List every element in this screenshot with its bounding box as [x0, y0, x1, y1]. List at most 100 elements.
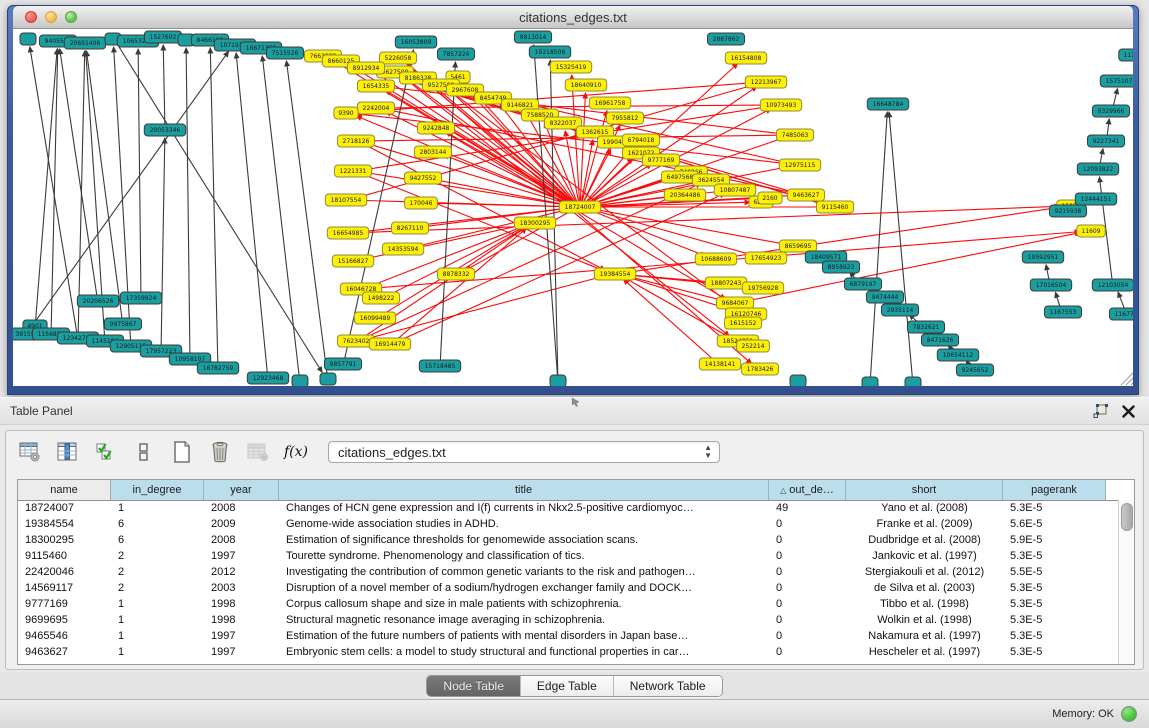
graph-node[interactable]: 18807243 — [705, 277, 746, 289]
minimize-window-button[interactable] — [45, 11, 57, 23]
table-mode-icon[interactable] — [18, 440, 42, 464]
graph-node[interactable]: 8958923 — [822, 261, 859, 273]
graph-node[interactable]: 20206526 — [77, 295, 118, 307]
function-builder-icon[interactable]: f(x) — [284, 440, 308, 464]
graph-node[interactable]: 15751074 — [1100, 75, 1133, 87]
graph-node[interactable]: 10654112 — [937, 349, 978, 361]
graph-node[interactable]: 19592951 — [1022, 251, 1063, 263]
graph-edge[interactable] — [163, 45, 165, 125]
tab-edge-table[interactable]: Edge Table — [521, 676, 614, 696]
graph-edge[interactable] — [262, 56, 299, 376]
graph-node[interactable]: 2803144 — [414, 146, 451, 158]
graph-node[interactable]: 9857791 — [324, 358, 361, 370]
graph-node[interactable] — [550, 375, 566, 386]
graph-node[interactable]: 8813014 — [514, 31, 551, 43]
graph-node[interactable]: 16654985 — [327, 227, 368, 239]
graph-node[interactable]: 2935114 — [881, 304, 918, 316]
table-row[interactable]: 1872400712008Changes of HCN gene express… — [18, 501, 1134, 517]
graph-node[interactable]: 12444151 — [1075, 193, 1116, 205]
graph-node[interactable]: 6794018 — [622, 134, 659, 146]
graph-node[interactable]: 12975115 — [779, 159, 820, 171]
vertical-scrollbar[interactable] — [1118, 500, 1134, 664]
graph-node[interactable]: 1654335 — [357, 80, 394, 92]
graph-node[interactable]: 1221331 — [334, 165, 371, 177]
graph-edge[interactable] — [586, 164, 651, 204]
column-header-short[interactable]: short — [846, 480, 1003, 500]
graph-node[interactable]: 1498222 — [362, 292, 399, 304]
graph-node[interactable]: 14138141 — [699, 358, 740, 370]
memory-status-indicator[interactable] — [1121, 706, 1137, 722]
graph-node[interactable]: 9777169 — [642, 154, 679, 166]
graph-node[interactable]: 1783426 — [741, 363, 778, 375]
table-selector-combobox[interactable]: citations_edges.txt ▲▼ — [328, 441, 720, 463]
graph-node[interactable] — [320, 373, 336, 385]
column-header-title[interactable]: title — [279, 480, 769, 500]
graph-node[interactable]: 9684067 — [716, 297, 753, 309]
graph-node[interactable]: 16961758 — [589, 97, 630, 109]
graph-node[interactable]: 14353594 — [382, 243, 423, 255]
graph-node[interactable]: 18640910 — [565, 79, 606, 91]
graph-node[interactable] — [790, 375, 806, 386]
graph-node[interactable]: 12213967 — [745, 76, 786, 88]
table-row[interactable]: 1938455462009Genome-wide association stu… — [18, 517, 1134, 533]
graph-node[interactable]: 11173 — [1119, 49, 1133, 61]
graph-node[interactable]: 7857224 — [437, 48, 474, 60]
table-row[interactable]: 911546021997Tourette syndrome. Phenomeno… — [18, 549, 1134, 565]
graph-node[interactable]: 5226058 — [379, 52, 416, 64]
graph-node[interactable]: 2242004 — [357, 102, 394, 114]
graph-node[interactable] — [20, 33, 36, 45]
resize-grip-icon[interactable] — [1121, 372, 1133, 385]
close-panel-icon[interactable] — [1122, 405, 1135, 418]
graph-edge[interactable] — [186, 48, 190, 354]
graph-node[interactable]: 20691406 — [64, 37, 105, 49]
clear-selection-icon[interactable] — [132, 440, 156, 464]
graph-node[interactable]: 10807487 — [714, 184, 755, 196]
graph-edge[interactable] — [1113, 89, 1117, 107]
graph-node[interactable]: 9115460 — [816, 201, 853, 213]
graph-edge[interactable] — [138, 49, 141, 293]
graph-node[interactable]: 8471626 — [921, 334, 958, 346]
graph-node[interactable]: 17359924 — [120, 292, 161, 304]
graph-node[interactable]: 18724007 — [559, 201, 600, 213]
graph-node[interactable]: 15325419 — [550, 61, 591, 73]
graph-edge[interactable] — [1055, 292, 1060, 307]
graph-node[interactable]: 12923468 — [247, 372, 288, 384]
graph-node[interactable]: 17654923 — [745, 252, 786, 264]
graph-node[interactable]: 9390 — [334, 107, 358, 119]
graph-node[interactable]: 16053809 — [395, 36, 436, 48]
graph-edge[interactable] — [587, 209, 706, 256]
graph-edge[interactable] — [236, 53, 267, 373]
table-row[interactable]: 977716911998Corpus callosum shape and si… — [18, 597, 1134, 613]
graph-edge[interactable] — [117, 43, 322, 372]
graph-node[interactable]: 15718485 — [419, 360, 460, 372]
column-header-pagerank[interactable]: pagerank — [1003, 480, 1106, 500]
graph-edge[interactable] — [442, 131, 725, 299]
graph-node[interactable]: 12093822 — [1077, 163, 1118, 175]
graph-node[interactable]: 12103054 — [1092, 279, 1133, 291]
graph-edge[interactable] — [1107, 119, 1109, 136]
graph-node[interactable]: 16914479 — [369, 338, 410, 350]
graph-node[interactable]: 8322037 — [544, 117, 581, 129]
graph-node[interactable]: 20053346 — [144, 124, 185, 136]
graph-node[interactable]: 16782759 — [197, 362, 238, 374]
graph-node[interactable]: 9215938 — [1049, 205, 1086, 217]
graph-node[interactable]: 9474444 — [866, 291, 903, 303]
graph-node[interactable]: 18300295 — [514, 217, 555, 229]
graph-node[interactable]: 19218506 — [529, 46, 570, 58]
tab-node-table[interactable]: Node Table — [427, 676, 521, 696]
graph-edge[interactable] — [1118, 292, 1125, 309]
graph-edge[interactable] — [210, 48, 218, 363]
graph-edge[interactable] — [582, 111, 607, 203]
graph-edge[interactable] — [29, 51, 228, 329]
graph-node[interactable]: 2718126 — [337, 135, 374, 147]
table-row[interactable]: 969969511998Structural magnetic resonanc… — [18, 613, 1134, 629]
graph-node[interactable]: 9975867 — [104, 318, 141, 330]
graph-node[interactable]: 8659695 — [779, 240, 816, 252]
graph-node[interactable]: 10973493 — [760, 99, 801, 111]
graph-node[interactable]: 18107554 — [325, 194, 366, 206]
graph-edge[interactable] — [86, 51, 105, 336]
column-header-out_de[interactable]: △out_de… — [769, 480, 846, 500]
zoom-window-button[interactable] — [65, 11, 77, 23]
network-canvas[interactable]: 1872400752260589627508818632854619527508… — [13, 29, 1133, 386]
graph-node[interactable]: 6879197 — [844, 278, 881, 290]
